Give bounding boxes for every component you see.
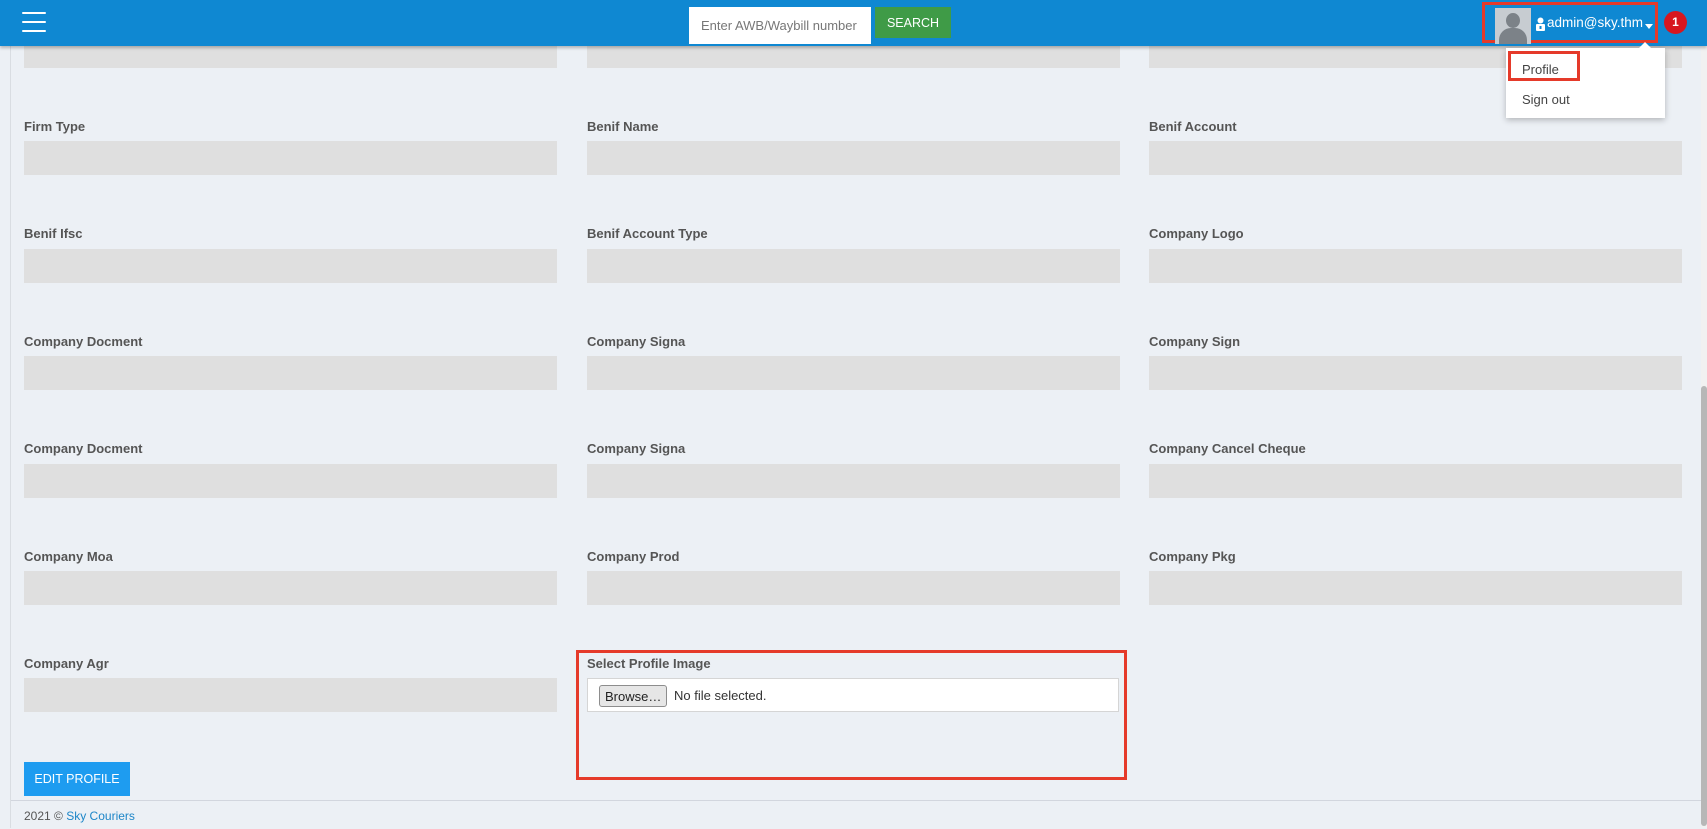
awb-search-input[interactable] [689, 7, 871, 44]
field-input[interactable] [587, 249, 1120, 283]
field-label: Benif Account Type [587, 226, 708, 241]
field-input[interactable] [587, 464, 1120, 498]
form-field-input[interactable] [24, 46, 557, 68]
field-input[interactable] [24, 464, 557, 498]
edit-profile-button[interactable]: EDIT PROFILE [24, 762, 130, 796]
field-input[interactable] [1149, 571, 1682, 605]
field-input[interactable] [1149, 356, 1682, 390]
profile-highlight-box [1508, 51, 1580, 81]
sidebar-edge [0, 0, 11, 828]
chevron-down-icon [1645, 24, 1653, 29]
field-label: Firm Type [24, 119, 86, 134]
field-label: Company Docment [24, 334, 143, 349]
footer: 2021 © Sky Couriers [11, 800, 1701, 829]
user-lock-icon [1536, 17, 1545, 31]
field-input[interactable] [1149, 464, 1682, 498]
profile-image-highlight-box [576, 650, 1127, 780]
copyright-text: 2021 © [24, 809, 67, 823]
field-input[interactable] [1149, 141, 1682, 175]
search-button[interactable]: SEARCH [875, 7, 951, 38]
scrollbar[interactable] [1701, 46, 1707, 828]
notification-badge[interactable]: 1 [1664, 11, 1687, 34]
avatar [1495, 8, 1531, 44]
field-input[interactable] [587, 356, 1120, 390]
field-input[interactable] [24, 141, 557, 175]
field-input[interactable] [24, 356, 557, 390]
field-input[interactable] [1149, 249, 1682, 283]
field-label: Company Signa [587, 334, 686, 349]
field-label: Company Sign [1149, 334, 1241, 349]
field-label: Company Agr [24, 656, 109, 671]
company-link[interactable]: Sky Couriers [66, 809, 135, 823]
field-label: Benif Name [587, 119, 659, 134]
field-label: Company Docment [24, 441, 143, 456]
field-input[interactable] [587, 141, 1120, 175]
sign-out-menu-item[interactable]: Sign out [1522, 92, 1570, 107]
hamburger-menu-icon[interactable] [22, 12, 46, 34]
field-input[interactable] [24, 249, 557, 283]
field-label: Company Signa [587, 441, 686, 456]
field-label: Company Logo [1149, 226, 1244, 241]
field-label: Company Moa [24, 549, 113, 564]
user-menu-toggle[interactable]: admin@sky.thm [1482, 2, 1658, 44]
field-label: Company Cancel Cheque [1149, 441, 1306, 456]
scrollbar-thumb[interactable] [1701, 386, 1707, 826]
field-input[interactable] [24, 571, 557, 605]
field-label: Company Pkg [1149, 549, 1236, 564]
field-label: Company Prod [587, 549, 680, 564]
field-input[interactable] [587, 571, 1120, 605]
user-email: admin@sky.thm [1547, 15, 1643, 30]
field-label: Benif Account [1149, 119, 1237, 134]
field-label: Benif Ifsc [24, 226, 83, 241]
top-navbar: SEARCH admin@sky.thm 1 [0, 0, 1707, 46]
form-field-input[interactable] [587, 46, 1120, 68]
field-input[interactable] [24, 678, 557, 712]
